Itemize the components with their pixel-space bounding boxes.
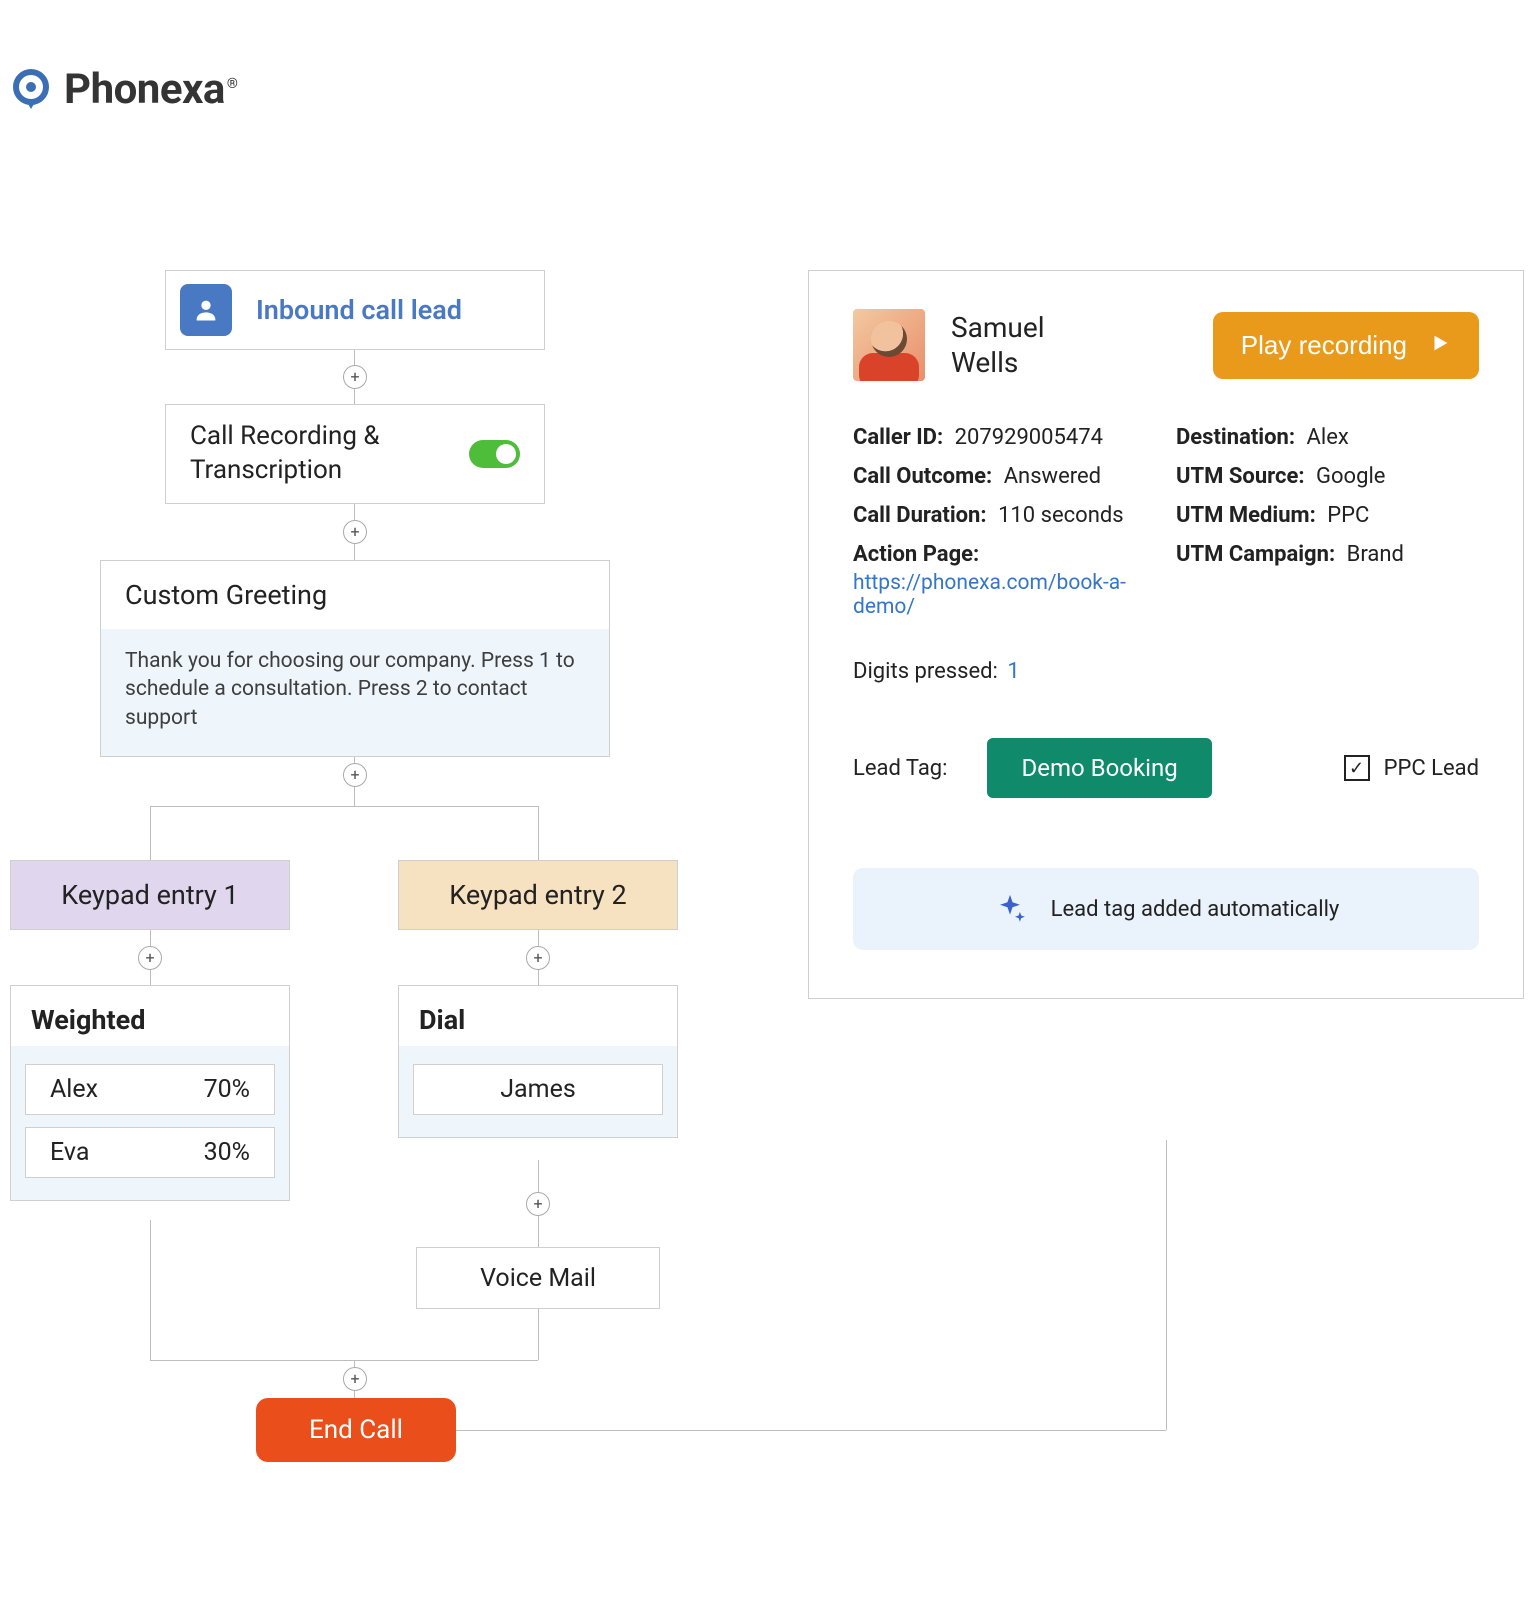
- utm-campaign-row: UTM Campaign: Brand: [1176, 542, 1479, 619]
- weighted-row-name: Eva: [50, 1138, 89, 1167]
- call-recording-title: Call Recording & Transcription: [190, 420, 469, 488]
- add-step-icon[interactable]: +: [526, 1192, 550, 1216]
- voicemail-node[interactable]: Voice Mail: [416, 1247, 660, 1309]
- utm-medium-row: UTM Medium: PPC: [1176, 503, 1479, 528]
- caller-name: Samuel Wells: [951, 310, 1045, 380]
- brand-name: Phonexa®: [64, 65, 237, 114]
- connector-line: [456, 1430, 1166, 1431]
- lead-tag-label: Lead Tag:: [853, 756, 947, 781]
- weighted-row-pct: 30%: [204, 1138, 250, 1167]
- action-page-row: Action Page: https://phonexa.com/book-a-…: [853, 542, 1156, 619]
- end-call-label: End Call: [309, 1415, 403, 1445]
- call-recording-node[interactable]: Call Recording & Transcription: [165, 404, 545, 504]
- auto-tag-text: Lead tag added automatically: [1051, 897, 1340, 922]
- weighted-row[interactable]: Alex 70%: [25, 1064, 275, 1115]
- outcome-row: Call Outcome: Answered: [853, 464, 1156, 489]
- custom-greeting-body: Thank you for choosing our company. Pres…: [101, 629, 609, 756]
- destination-row: Destination: Alex: [1176, 425, 1479, 450]
- play-icon: [1429, 330, 1451, 361]
- dial-title: Dial: [399, 1004, 677, 1046]
- add-step-icon[interactable]: +: [526, 946, 550, 970]
- play-recording-button[interactable]: Play recording: [1213, 312, 1479, 379]
- custom-greeting-title: Custom Greeting: [125, 579, 585, 611]
- keypad-entry-2-node[interactable]: Keypad entry 2: [398, 860, 678, 930]
- add-step-icon[interactable]: +: [343, 1367, 367, 1391]
- weighted-row-pct: 70%: [204, 1075, 250, 1104]
- person-icon: [180, 284, 232, 336]
- keypad-entry-2-label: Keypad entry 2: [449, 879, 626, 911]
- caller-avatar: [853, 309, 925, 381]
- caller-id-row: Caller ID: 207929005474: [853, 425, 1156, 450]
- keypad-entry-1-label: Keypad entry 1: [61, 879, 238, 911]
- recording-toggle[interactable]: [469, 440, 520, 468]
- sparkle-icon: [993, 892, 1027, 926]
- inbound-call-title: Inbound call lead: [256, 294, 462, 326]
- weighted-row-name: Alex: [50, 1075, 98, 1104]
- weighted-row[interactable]: Eva 30%: [25, 1127, 275, 1178]
- add-step-icon[interactable]: +: [343, 365, 367, 389]
- keypad-entry-1-node[interactable]: Keypad entry 1: [10, 860, 290, 930]
- weighted-node[interactable]: Weighted Alex 70% Eva 30%: [10, 985, 290, 1201]
- custom-greeting-node[interactable]: Custom Greeting Thank you for choosing o…: [100, 560, 610, 757]
- add-step-icon[interactable]: +: [138, 946, 162, 970]
- end-call-button[interactable]: End Call: [256, 1398, 456, 1462]
- auto-tag-banner: Lead tag added automatically: [853, 868, 1479, 950]
- call-detail-card: Samuel Wells Play recording Caller ID: 2…: [808, 270, 1524, 999]
- add-step-icon[interactable]: +: [343, 763, 367, 787]
- dial-node[interactable]: Dial James: [398, 985, 678, 1138]
- play-recording-label: Play recording: [1241, 330, 1407, 361]
- add-step-icon[interactable]: +: [343, 520, 367, 544]
- duration-row: Call Duration: 110 seconds: [853, 503, 1156, 528]
- ppc-lead-label: PPC Lead: [1384, 756, 1479, 781]
- brand-logo: Phonexa®: [10, 65, 237, 114]
- ppc-lead-checkbox[interactable]: ✓: [1344, 755, 1370, 781]
- lead-tag-pill[interactable]: Demo Booking: [987, 738, 1211, 798]
- action-page-link[interactable]: https://phonexa.com/book-a-demo/: [853, 571, 1156, 619]
- dial-target[interactable]: James: [413, 1064, 663, 1115]
- phonexa-logo-icon: [10, 69, 52, 111]
- digits-pressed-row: Digits pressed: 1: [853, 659, 1479, 684]
- voicemail-label: Voice Mail: [480, 1264, 596, 1293]
- utm-source-row: UTM Source: Google: [1176, 464, 1479, 489]
- connector-line: [1166, 1140, 1167, 1430]
- inbound-call-node[interactable]: Inbound call lead: [165, 270, 545, 350]
- weighted-title: Weighted: [11, 1004, 289, 1046]
